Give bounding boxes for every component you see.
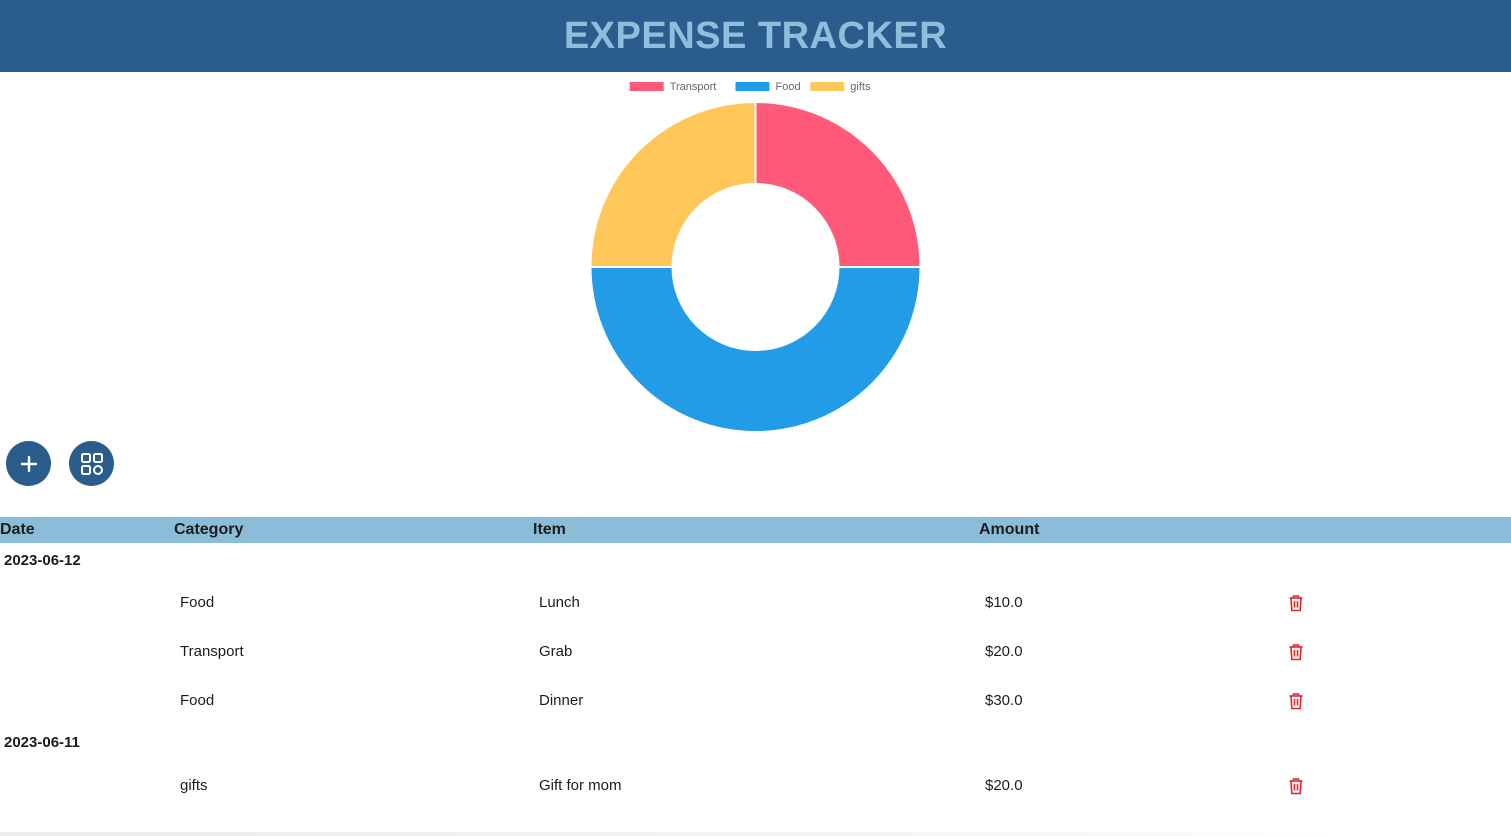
group-date: 2023-06-12 [4,552,81,569]
group-date: 2023-06-11 [4,734,80,751]
slice-transport[interactable] [754,100,922,268]
row-amount: $20.0 [985,643,1023,660]
row-item: Dinner [539,692,584,709]
legend-label: Transport [670,81,717,93]
app-title: EXPENSE TRACKER [563,14,948,57]
row-category: gifts [180,777,208,794]
grid-icon [80,452,103,475]
row-amount: $30.0 [985,692,1023,709]
trash-icon[interactable] [1288,777,1304,795]
row-category: Transport [180,643,244,660]
bottom-divider [0,832,1340,836]
toggle-view-button[interactable] [69,441,114,486]
trash-icon[interactable] [1288,643,1304,661]
row-item: Gift for mom [539,777,622,794]
app-header: EXPENSE TRACKER [0,0,1511,72]
expense-chart: Transport Food gifts [0,72,1511,442]
row-amount: $20.0 [985,777,1023,794]
table-row[interactable]: Food Dinner $30.0 [0,691,1511,711]
table-header: Date Category Item Amount [0,517,1511,543]
legend-item-gifts[interactable]: gifts [810,81,871,93]
plus-icon [20,455,37,472]
header-category[interactable]: Category [174,517,243,543]
header-amount[interactable]: Amount [979,517,1039,543]
header-date[interactable]: Date [0,517,35,543]
table-row[interactable]: Transport Grab $20.0 [0,642,1511,662]
legend-label: Food [776,81,801,93]
legend-item-transport[interactable]: Transport [629,81,717,93]
table-row[interactable]: gifts Gift for mom $20.0 [0,776,1511,796]
slice-food[interactable] [589,266,922,433]
trash-icon[interactable] [1288,594,1304,612]
row-category: Food [180,594,215,611]
trash-icon[interactable] [1288,692,1304,710]
legend-item-food[interactable]: Food [735,81,801,93]
table-row[interactable]: Food Lunch $10.0 [0,593,1511,613]
row-item: Lunch [539,594,580,611]
legend-swatch [810,82,845,91]
legend-swatch [735,82,770,91]
row-item: Grab [539,643,573,660]
doughnut-chart-svg: Transport Food gifts [589,81,922,433]
row-category: Food [180,692,215,709]
header-item[interactable]: Item [533,517,566,543]
legend-swatch [629,82,664,91]
legend-label: gifts [850,81,871,93]
slice-gifts[interactable] [589,100,757,268]
add-expense-button[interactable] [6,441,51,486]
row-amount: $10.0 [985,594,1023,611]
